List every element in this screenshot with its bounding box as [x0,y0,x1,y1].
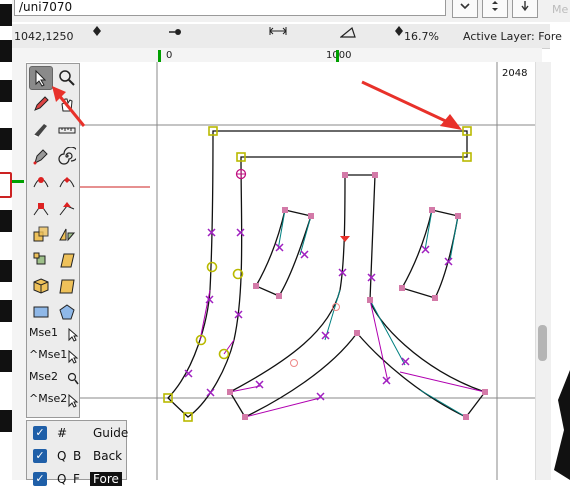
spiro-tool[interactable] [55,144,79,168]
cursor-coordinates: 1042,1250 [14,30,74,43]
up-down-arrows-icon [492,1,498,11]
background-calligraphy-mark [0,350,12,372]
flip-icon [59,228,76,242]
layers-panel: ✓ # Guide ✓ Q B Back ✓ Q F Fore [26,420,129,486]
rotate-icon [33,252,46,265]
direction-marker-icon [169,29,181,35]
point-marker-icon [395,26,403,36]
skew-icon [60,253,75,268]
layer-visible-checkbox[interactable]: ✓ [33,449,47,463]
perspective-icon [59,279,75,294]
em-size-label: 2048 [502,68,528,79]
angle-icon [340,26,356,38]
curve-point-icon [33,177,49,188]
curve-point-tool[interactable] [29,170,53,194]
hv-curve-tool[interactable] [55,170,79,194]
tangent-point-icon [59,202,75,216]
background-calligraphy-mark [0,172,12,198]
flip-tool[interactable] [55,222,79,246]
polygon-icon [59,304,75,320]
arrow-icon [68,394,79,408]
layer-row-guide[interactable]: ✓ # Guide [27,423,129,445]
right-panel-label: Me [552,3,569,16]
layer-type-symbol: Q [57,472,67,486]
background-calligraphy-mark [0,210,12,232]
layer-edit-symbol: B [73,449,82,463]
scale-icon [33,226,49,242]
vertical-scrollbar[interactable] [535,62,551,480]
layer-name: Guide [93,426,129,440]
zoom-level: 16.7% [404,30,439,43]
mouse-binding-label: Mse2 [29,370,58,383]
background-calligraphy-mark [0,128,12,150]
mouse-binding-label: ^Mse1 [29,348,68,361]
vertical-ruler-marker [12,180,24,183]
rotate-tool[interactable] [29,248,53,272]
background-calligraphy-mark [0,40,12,62]
arrow-icon [68,350,79,364]
layer-edit-symbol: F [73,472,80,486]
background-decoration [554,370,570,480]
layer-type-symbol: # [57,426,68,440]
hv-curve-icon [59,177,75,188]
spiral-icon [58,147,76,165]
ruler-label: 0 [166,50,173,61]
background-calligraphy-mark [0,410,12,432]
ruler-origin-marker [158,50,161,62]
dropdown-button[interactable] [452,0,478,18]
glyph-canvas[interactable]: 2048 [26,62,542,480]
magnify-icon [67,372,79,385]
perspective-tool[interactable] [55,274,79,298]
scrollbar-thumb[interactable] [538,325,547,361]
mouse-binding-row: Mse2 [29,370,79,392]
corner-point-tool[interactable] [29,196,53,220]
mouse-binding-row: ^Mse2 [29,392,79,414]
tangent-point-tool[interactable] [55,196,79,220]
active-layer-label: Active Layer: Fore [463,30,562,43]
layer-name: Back [93,449,123,463]
cube-icon [33,278,49,294]
point-marker-icon [93,26,101,36]
layer-visible-checkbox[interactable]: ✓ [33,472,47,486]
layer-visible-checkbox[interactable]: ✓ [33,426,47,440]
mouse-binding-label: Mse1 [29,326,58,339]
pen-nib-icon [33,149,48,165]
skew-tool[interactable] [55,248,79,272]
mouse-binding-row: ^Mse1 [29,348,79,370]
mouse-binding-label: ^Mse2 [29,392,68,405]
polygon-tool[interactable] [55,300,79,324]
horizontal-ruler [12,48,542,63]
ruler-advance-marker [336,50,339,62]
sort-button[interactable] [512,0,538,18]
mouse-binding-row: Mse1 [29,326,79,348]
glyph-outline-drawing[interactable] [26,62,542,480]
background-calligraphy-mark [0,300,12,322]
rectangle-tool[interactable] [29,300,53,324]
pen-tool[interactable] [29,144,53,168]
annotation-arrow [52,86,86,127]
prev-next-button[interactable] [482,0,508,18]
arrow-icon [68,328,79,342]
background-calligraphy-mark [0,260,12,282]
chevron-down-icon [460,3,470,10]
layer-type-symbol: Q [57,449,67,463]
glyph-name-field[interactable]: /uni7070 [14,0,446,16]
layer-row-back[interactable]: ✓ Q B Back [27,446,127,468]
background-desktop-strip [0,0,12,480]
distance-icon [269,27,287,35]
vertical-ruler [12,62,27,480]
corner-point-icon [33,203,49,216]
3d-rotate-tool[interactable] [29,274,53,298]
layer-row-fore[interactable]: ✓ Q F Fore [27,469,127,491]
background-calligraphy-mark [0,4,12,26]
scale-tool[interactable] [29,222,53,246]
rectangle-icon [33,306,49,318]
background-calligraphy-mark [0,80,12,102]
down-arrow-icon [521,1,529,12]
layer-name: Fore [90,472,122,486]
